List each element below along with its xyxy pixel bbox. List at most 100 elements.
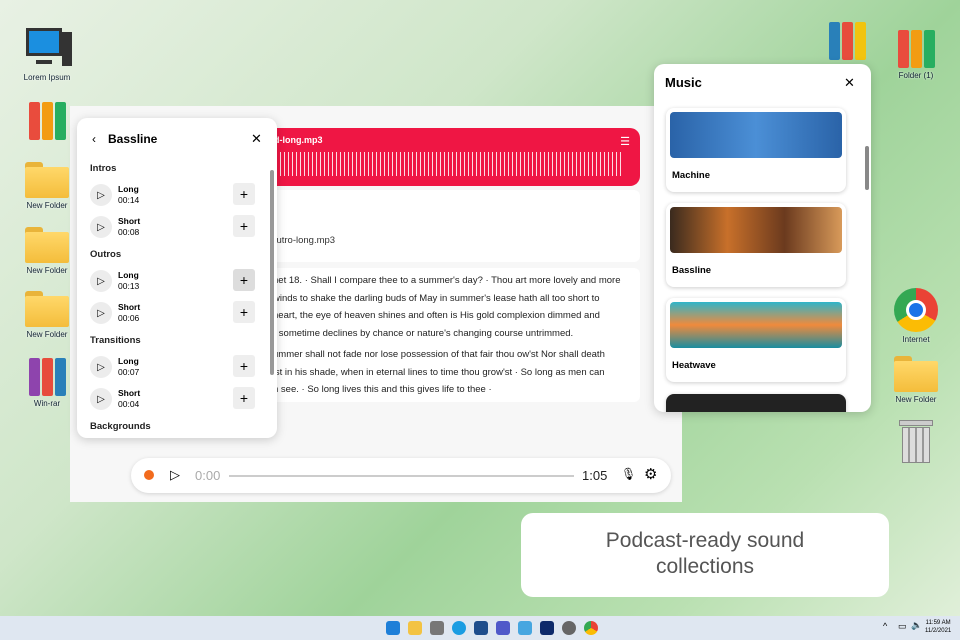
close-icon[interactable]: ✕ — [251, 131, 262, 147]
desktop-icon-folder-1[interactable]: Folder (1) — [881, 28, 951, 80]
music-card-machine[interactable]: Machine — [666, 108, 846, 192]
text-line: net 18. · Shall I compare thee to a summ… — [273, 275, 621, 286]
settings-icon[interactable] — [562, 621, 576, 635]
item-time: 00:08 — [118, 227, 140, 237]
list-item: ▷ Short 00:06 + — [90, 301, 255, 327]
edge-icon[interactable] — [452, 621, 466, 635]
outro-clip-card: -outro-long.mp3 — [268, 190, 640, 262]
heatwave-thumbnail — [670, 302, 842, 348]
audio-track-waveform[interactable]: d-long.mp3 ☰ — [270, 128, 640, 186]
bassline-panel: ‹ Bassline ✕ Intros ▷ Long 00:14 + ▷ Short 00… — [77, 118, 277, 438]
date: 11/2/2021 — [925, 628, 952, 634]
folder-icon — [25, 291, 69, 327]
scrollbar[interactable] — [865, 146, 869, 190]
item-time: 00:04 — [118, 399, 140, 409]
desktop-icon-internet[interactable]: Internet — [881, 288, 951, 344]
settings-icon[interactable]: ⚙ — [644, 465, 657, 483]
add-button[interactable]: + — [233, 183, 255, 205]
camera-icon[interactable] — [430, 621, 444, 635]
text-line: winds to shake the darling buds of May i… — [273, 292, 600, 304]
card-title: Heatwave — [672, 360, 716, 371]
caption-line: Podcast-ready sound — [605, 529, 805, 552]
play-icon[interactable]: ▷ — [90, 388, 112, 410]
promo-caption: Podcast-ready sound collections — [521, 513, 889, 597]
chrome-icon[interactable] — [584, 621, 598, 635]
item-time: 00:06 — [118, 313, 140, 323]
play-icon[interactable]: ▷ — [90, 270, 112, 292]
text-line: n see. · So long lives this and this giv… — [273, 384, 492, 395]
item-time: 00:14 — [118, 195, 140, 205]
bassline-thumbnail — [670, 207, 842, 253]
section-transitions: Transitions — [90, 335, 141, 346]
list-item: ▷ Short 00:04 + — [90, 387, 255, 413]
record-icon[interactable] — [144, 470, 154, 480]
scrollbar[interactable] — [270, 170, 274, 375]
transcript-text[interactable]: net 18. · Shall I compare thee to a summ… — [270, 268, 640, 402]
text-line: r sometime declines by chance or nature'… — [273, 327, 574, 339]
section-outros: Outros — [90, 249, 122, 260]
item-label: Short — [118, 302, 141, 312]
network-icon[interactable]: ▭ — [898, 621, 907, 632]
trash-icon — [899, 420, 933, 464]
add-button[interactable]: + — [233, 301, 255, 323]
add-button[interactable]: + — [233, 355, 255, 377]
section-intros: Intros — [90, 163, 117, 174]
folder-icon — [894, 356, 938, 392]
archive-icon — [828, 20, 866, 60]
play-icon[interactable]: ▷ — [90, 356, 112, 378]
card-title: Bassline — [672, 265, 712, 276]
winrar-icon — [28, 356, 66, 396]
close-icon[interactable]: ✕ — [844, 75, 855, 91]
adjust-icon[interactable]: ☰ — [620, 135, 630, 148]
music-card-bassline[interactable]: Bassline — [666, 203, 846, 287]
chevron-up-icon[interactable]: ^ — [883, 621, 887, 631]
start-icon[interactable] — [386, 621, 400, 635]
play-icon[interactable]: ▷ — [170, 467, 180, 483]
desktop-icon-folder[interactable]: New Folder — [881, 356, 951, 404]
back-icon[interactable]: ‹ — [92, 132, 96, 146]
app-icon[interactable] — [540, 621, 554, 635]
outro-filename: -outro-long.mp3 — [268, 235, 336, 246]
item-label: Short — [118, 216, 141, 226]
item-time: 00:07 — [118, 367, 140, 377]
file-explorer-icon[interactable] — [408, 621, 422, 635]
waveform — [276, 152, 622, 176]
total-time: 1:05 — [582, 468, 608, 483]
play-icon[interactable]: ▷ — [90, 184, 112, 206]
desktop-icon-computer[interactable]: Lorem Ipsum — [12, 26, 82, 82]
list-item: ▷ Short 00:08 + — [90, 215, 255, 241]
text-line: heart, the eye of heaven shines and ofte… — [273, 310, 600, 321]
add-button[interactable]: + — [233, 387, 255, 409]
card-title: Machine — [672, 170, 711, 181]
binder-icon — [897, 28, 935, 68]
music-card-heatwave[interactable]: Heatwave — [666, 298, 846, 382]
computer-icon — [22, 26, 72, 70]
item-label: Long — [118, 270, 139, 280]
add-button[interactable]: + — [233, 269, 255, 291]
store-icon[interactable] — [474, 621, 488, 635]
progress-slider[interactable] — [229, 475, 574, 477]
microphone-icon[interactable]: 🎙 — [621, 467, 636, 481]
machine-thumbnail — [670, 112, 842, 158]
desktop-icon-archive[interactable] — [812, 20, 882, 60]
teams-icon[interactable] — [496, 621, 510, 635]
track-name: d-long.mp3 — [274, 135, 323, 145]
caption-line: collections — [655, 555, 755, 578]
add-button[interactable]: + — [233, 215, 255, 237]
chrome-icon — [894, 288, 938, 332]
list-item: ▷ Long 00:14 + — [90, 183, 255, 209]
text-line: 'st in his shade, when in eternal lines … — [273, 366, 605, 378]
list-item: ▷ Long 00:13 + — [90, 269, 255, 295]
time: 11:59 AM — [925, 620, 951, 626]
music-card-next[interactable] — [666, 394, 846, 412]
play-icon[interactable]: ▷ — [90, 216, 112, 238]
clock[interactable]: 11:59 AM 11/2/2021 — [925, 619, 951, 635]
item-label: Short — [118, 388, 141, 398]
desktop-icon-recycle-bin[interactable] — [881, 420, 951, 464]
playback-bar: ▷ 0:00 1:05 🎙 ⚙ — [131, 458, 671, 493]
folder-icon — [25, 227, 69, 263]
play-icon[interactable]: ▷ — [90, 302, 112, 324]
panel-title: Music — [665, 75, 702, 90]
paint-icon[interactable] — [518, 621, 532, 635]
volume-icon[interactable]: 🔈 — [911, 620, 922, 631]
